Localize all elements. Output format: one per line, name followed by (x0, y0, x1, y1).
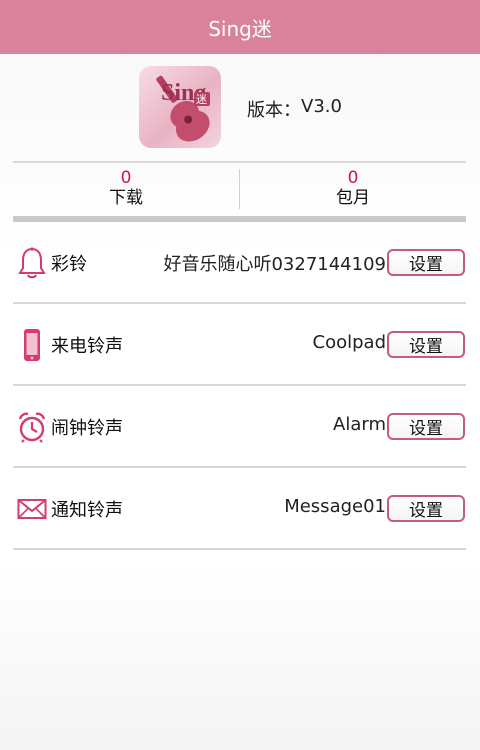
setting-row-notification: 通知铃声 Message01 设置 (13, 468, 466, 550)
setting-value: 好音乐随心听0327144109 (163, 254, 386, 275)
setting-title: 通知铃声 (51, 500, 123, 521)
stat-downloads[interactable]: 0 下载 (13, 163, 239, 215)
setting-row-alarm: 闹钟铃声 Alarm 设置 (13, 386, 466, 468)
set-incoming-call-button[interactable]: 设置 (387, 331, 465, 358)
setting-title: 闹钟铃声 (51, 418, 123, 439)
setting-title: 来电铃声 (51, 336, 123, 357)
alarm-clock-icon (17, 410, 47, 444)
version-label: 版本： (247, 100, 301, 121)
setting-value: Message01 (284, 496, 386, 517)
settings-page: Sing迷 Sing 迷 版本： V3.0 0 下载 0 包月 彩铃 好音乐随心… (0, 0, 480, 750)
version-value: V3.0 (301, 96, 342, 117)
stat-monthly[interactable]: 0 包月 (240, 163, 466, 215)
stat-label: 下载 (109, 188, 143, 208)
stat-label: 包月 (336, 188, 370, 208)
bell-icon (17, 246, 47, 280)
setting-row-incoming-call: 来电铃声 Coolpad 设置 (13, 304, 466, 386)
title-bar: Sing迷 (0, 0, 480, 54)
stat-value: 0 (120, 168, 132, 188)
version-info: 版本： V3.0 (247, 96, 342, 122)
phone-icon (17, 328, 47, 362)
svg-text:迷: 迷 (196, 93, 207, 106)
setting-row-ringback: 彩铃 好音乐随心听0327144109 设置 (13, 222, 466, 304)
stats-bar: 0 下载 0 包月 (13, 163, 466, 215)
setting-value: Coolpad (312, 332, 386, 353)
envelope-icon (17, 492, 47, 526)
stat-value: 0 (347, 168, 359, 188)
page-title: Sing迷 (208, 16, 272, 41)
setting-value: Alarm (333, 414, 386, 435)
set-ringback-button[interactable]: 设置 (387, 249, 465, 276)
app-logo: Sing 迷 (139, 66, 221, 148)
setting-title: 彩铃 (51, 254, 87, 275)
set-notification-button[interactable]: 设置 (387, 495, 465, 522)
set-alarm-button[interactable]: 设置 (387, 413, 465, 440)
